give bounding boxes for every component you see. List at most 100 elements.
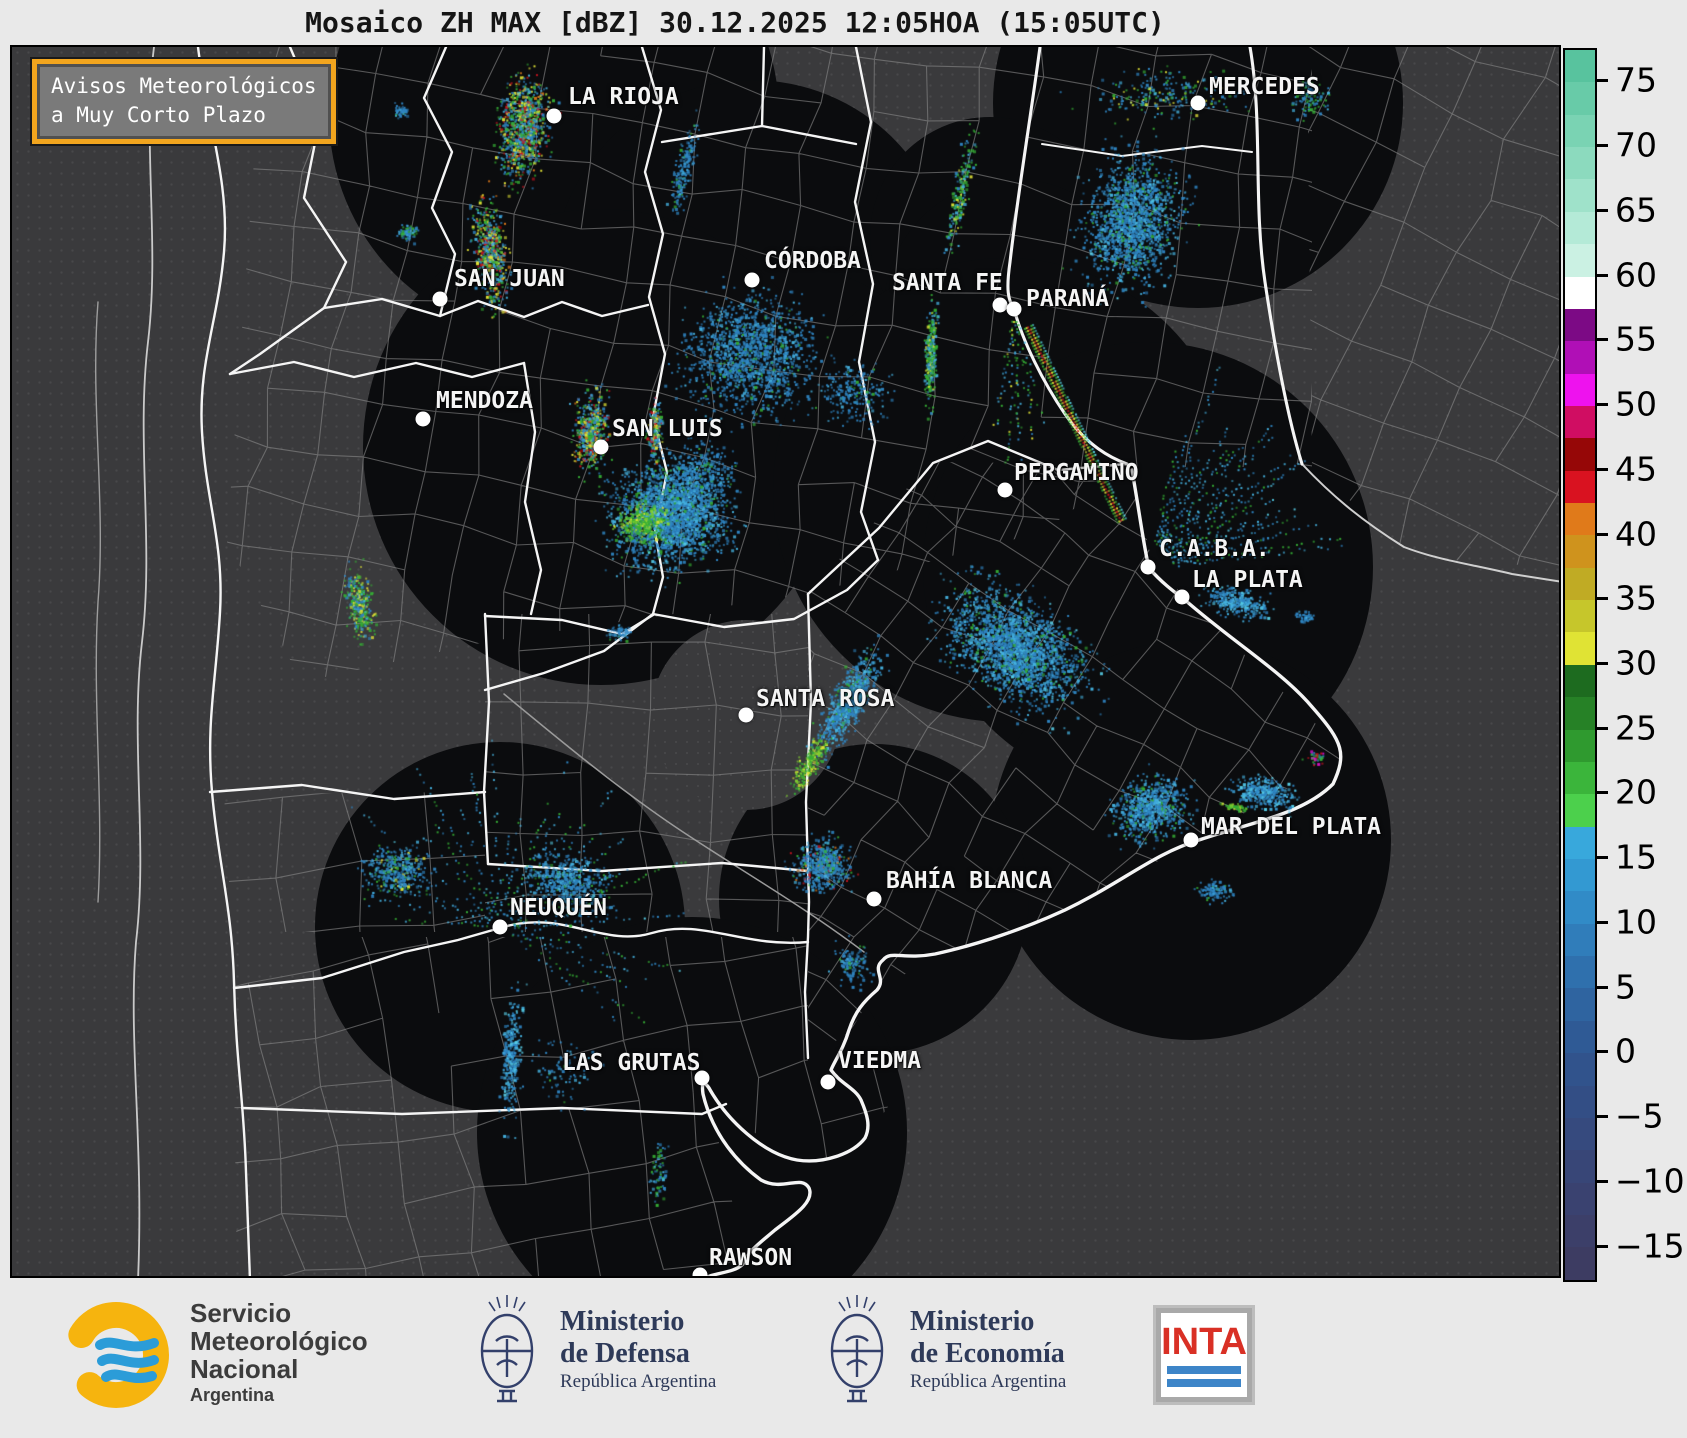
colorbar-segment	[1565, 826, 1595, 859]
colorbar-tick-label: 50	[1615, 384, 1657, 424]
colorbar-segment	[1565, 211, 1595, 245]
colorbar-segment	[1565, 1053, 1595, 1086]
colorbar-tick-label: 30	[1615, 643, 1657, 683]
smn-logo-icon	[63, 1302, 169, 1408]
city-dot	[866, 891, 882, 907]
city-label: SANTA ROSA	[756, 686, 895, 712]
colorbar-segment	[1565, 664, 1595, 698]
city-label: LAS GRUTAS	[562, 1050, 701, 1076]
colorbar-segment	[1565, 923, 1595, 957]
city-dot	[1183, 832, 1199, 848]
defensa-line2: de Defensa	[560, 1337, 690, 1369]
colorbar-tick-label: 10	[1615, 902, 1657, 942]
warning-banner[interactable]: Avisos Meteorológicos a Muy Corto Plazo	[30, 57, 338, 146]
coat-of-arms-icon	[480, 1295, 534, 1403]
city-dot	[992, 297, 1008, 313]
city-label: VIEDMA	[838, 1048, 922, 1074]
city-label: BAHÍA BLANCA	[886, 868, 1053, 894]
city-label: CÓRDOBA	[764, 248, 861, 274]
colorbar-segment	[1565, 1247, 1595, 1280]
footer: Servicio Meteorológico Nacional Argentin…	[0, 1285, 1687, 1438]
colorbar-segment	[1565, 858, 1595, 892]
city-dot	[820, 1074, 836, 1090]
city-label: RAWSON	[709, 1245, 793, 1271]
colorbar-segment	[1565, 535, 1595, 568]
city-dot	[415, 411, 431, 427]
colorbar-tick	[1597, 1179, 1608, 1183]
city-label: SAN LUIS	[612, 416, 723, 442]
economia-line2: de Economía	[910, 1337, 1065, 1369]
colorbar-segment	[1565, 1085, 1595, 1118]
city-label: MENDOZA	[436, 388, 533, 414]
city-label: PERGAMINO	[1014, 460, 1139, 486]
colorbar-segment	[1565, 308, 1595, 342]
colorbar-tick-label: 65	[1615, 190, 1657, 230]
city-dot	[744, 272, 760, 288]
city-dot	[593, 439, 609, 455]
colorbar-tick-label: −5	[1615, 1096, 1664, 1136]
colorbar-segment	[1565, 761, 1595, 795]
colorbar-tick	[1597, 985, 1608, 989]
colorbar-tick	[1597, 273, 1608, 277]
colorbar-tick	[1597, 79, 1608, 83]
radar-mosaic-page: Mosaico ZH MAX [dBZ] 30.12.2025 12:05HOA…	[0, 0, 1687, 1438]
city-dot	[738, 707, 754, 723]
colorbar-tick-label: 0	[1615, 1031, 1636, 1071]
colorbar-tick	[1597, 208, 1608, 212]
warning-line-1: Avisos Meteorológicos	[51, 74, 317, 98]
colorbar-tick-label: 25	[1615, 708, 1657, 748]
colorbar-segment	[1565, 891, 1595, 924]
colorbar-tick-label: 35	[1615, 578, 1657, 618]
colorbar-tick-label: 5	[1615, 967, 1636, 1007]
coat-of-arms-icon	[830, 1295, 884, 1403]
economia-sub: República Argentina	[910, 1370, 1067, 1392]
colorbar-segment	[1565, 632, 1595, 665]
dbz-colorbar	[1563, 48, 1597, 1282]
colorbar-tick-label: 75	[1615, 60, 1657, 100]
colorbar-tick	[1597, 338, 1608, 342]
colorbar-segment	[1565, 470, 1595, 504]
inta-word: INTA	[1161, 1321, 1247, 1363]
city-label: LA RIOJA	[568, 84, 679, 110]
ministerio-defensa-logo: Ministerio de Defensa República Argentin…	[470, 1293, 716, 1406]
city-dot	[1174, 589, 1190, 605]
colorbar-tick-label: 15	[1615, 837, 1657, 877]
colorbar-tick-label: −15	[1615, 1226, 1685, 1266]
colorbar-segment	[1565, 503, 1595, 536]
colorbar-tick	[1597, 532, 1608, 536]
colorbar-tick	[1597, 1244, 1608, 1248]
colorbar-tick	[1597, 856, 1608, 860]
radar-echo-layer	[12, 47, 1559, 1276]
colorbar-tick	[1597, 467, 1608, 471]
colorbar-segment	[1565, 697, 1595, 730]
city-label: PARANÁ	[1026, 286, 1110, 312]
page-title: Mosaico ZH MAX [dBZ] 30.12.2025 12:05HOA…	[305, 6, 1165, 39]
colorbar-tick-label: −10	[1615, 1161, 1685, 1201]
colorbar-segment	[1565, 988, 1595, 1021]
inta-bar	[1167, 1366, 1241, 1374]
city-dot	[997, 482, 1013, 498]
inta-bar	[1167, 1379, 1241, 1387]
city-dot	[492, 919, 508, 935]
colorbar-tick-label: 20	[1615, 772, 1657, 812]
colorbar-segment	[1565, 50, 1595, 83]
city-dot	[1190, 95, 1206, 111]
city-dot	[1140, 559, 1156, 575]
colorbar-tick	[1597, 1115, 1608, 1119]
colorbar-tick-label: 70	[1615, 125, 1657, 165]
colorbar-segment	[1565, 438, 1595, 471]
colorbar-segment	[1565, 956, 1595, 989]
economia-line1: Ministerio	[910, 1306, 1035, 1338]
colorbar-tick	[1597, 791, 1608, 795]
colorbar-segment	[1565, 114, 1595, 148]
colorbar-segment	[1565, 373, 1595, 406]
colorbar-segment	[1565, 1150, 1595, 1183]
city-label: LA PLATA	[1192, 567, 1303, 593]
city-dot	[432, 291, 448, 307]
smn-country: Argentina	[190, 1385, 275, 1406]
colorbar-segment	[1565, 147, 1595, 180]
smn-line2: Meteorológico	[190, 1326, 368, 1357]
city-dot	[546, 108, 562, 124]
colorbar-tick-label: 40	[1615, 514, 1657, 554]
colorbar-segment	[1565, 794, 1595, 827]
